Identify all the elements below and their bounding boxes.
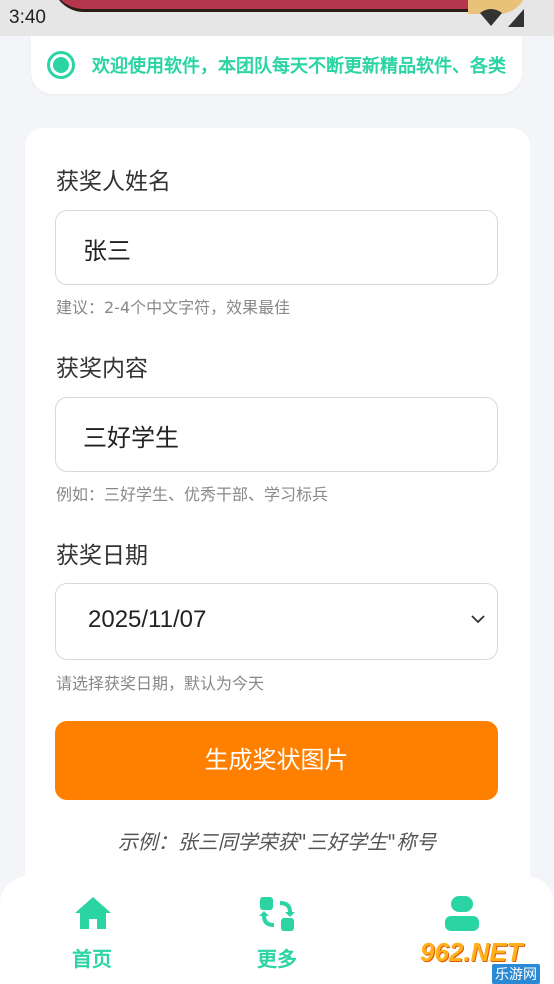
date-label: 获奖日期	[56, 543, 148, 569]
content-input[interactable]: 三好学生	[55, 397, 498, 472]
content-input-value: 三好学生	[83, 424, 179, 452]
content-hint: 例如：三好学生、优秀干部、学习标兵	[56, 485, 329, 504]
date-hint: 请选择获奖日期，默认为今天	[56, 674, 265, 693]
status-time: 3:40	[9, 7, 46, 28]
user-icon	[445, 896, 479, 931]
watermark-sub: 乐游网	[492, 964, 540, 984]
tab-home[interactable]: 首页	[32, 876, 152, 984]
site-watermark: 962.NET 乐游网	[414, 937, 554, 984]
tab-more[interactable]: 更多	[217, 876, 337, 984]
status-icons	[480, 9, 524, 27]
chevron-down-icon	[471, 615, 485, 624]
tab-more-label: 更多	[257, 947, 297, 971]
name-input-value: 张三	[83, 237, 131, 265]
date-select[interactable]: 2025/11/07	[55, 583, 498, 660]
tab-home-label: 首页	[72, 947, 112, 971]
home-icon	[75, 897, 111, 929]
name-input[interactable]: 张三	[55, 210, 498, 285]
wifi-icon	[480, 9, 502, 26]
status-bar: 3:40	[0, 0, 554, 36]
date-select-value: 2025/11/07	[88, 606, 207, 633]
cell-signal-icon	[508, 9, 524, 27]
example-text: 示例：张三同学荣获"三好学生"称号	[117, 830, 437, 854]
generate-certificate-button[interactable]: 生成奖状图片	[55, 721, 498, 800]
name-label: 获奖人姓名	[56, 169, 171, 195]
header-banner-image	[52, 0, 528, 14]
radio-dot-icon	[47, 51, 75, 79]
refresh-grid-icon	[259, 897, 295, 931]
name-hint: 建议：2-4个中文字符，效果最佳	[56, 298, 291, 317]
notice-bar[interactable]: 欢迎使用软件，本团队每天不断更新精品软件、各类	[31, 36, 522, 94]
content-label: 获奖内容	[56, 356, 148, 382]
notice-text: 欢迎使用软件，本团队每天不断更新精品软件、各类	[92, 56, 506, 77]
